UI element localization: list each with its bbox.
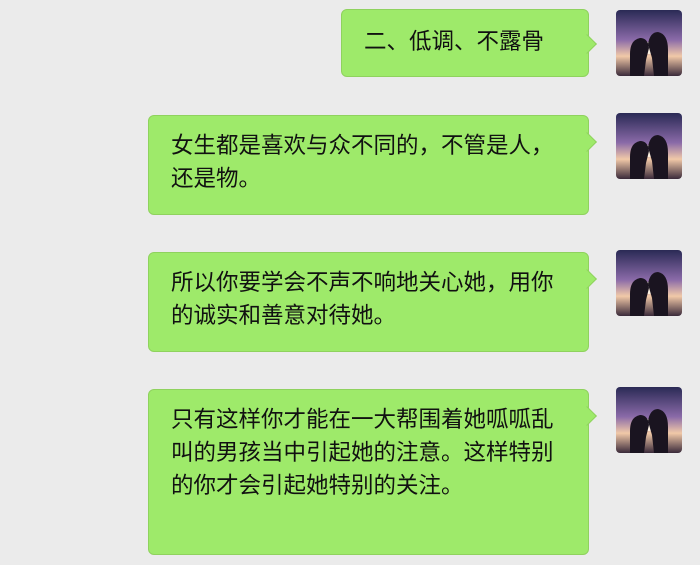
couple-silhouette-icon [616,250,682,316]
message-text: 只有这样你才能在一大帮围着她呱呱乱叫的男孩当中引起她的注意。这样特别的你才会引起… [171,407,554,499]
couple-silhouette-icon [616,113,682,179]
message-bubble[interactable]: 只有这样你才能在一大帮围着她呱呱乱叫的男孩当中引起她的注意。这样特别的你才会引起… [148,389,589,555]
avatar[interactable] [616,387,682,453]
avatar[interactable] [616,10,682,76]
message-text: 女生都是喜欢与众不同的，不管是人，还是物。 [171,133,554,192]
message-bubble[interactable]: 二、低调、不露骨 [341,9,589,77]
message-bubble[interactable]: 女生都是喜欢与众不同的，不管是人，还是物。 [148,115,589,215]
couple-silhouette-icon [616,10,682,76]
couple-silhouette-icon [616,387,682,453]
avatar[interactable] [616,113,682,179]
avatar[interactable] [616,250,682,316]
message-text: 所以你要学会不声不响地关心她，用你的诚实和善意对待她。 [171,270,554,329]
message-bubble[interactable]: 所以你要学会不声不响地关心她，用你的诚实和善意对待她。 [148,252,589,352]
message-text: 二、低调、不露骨 [364,29,545,55]
